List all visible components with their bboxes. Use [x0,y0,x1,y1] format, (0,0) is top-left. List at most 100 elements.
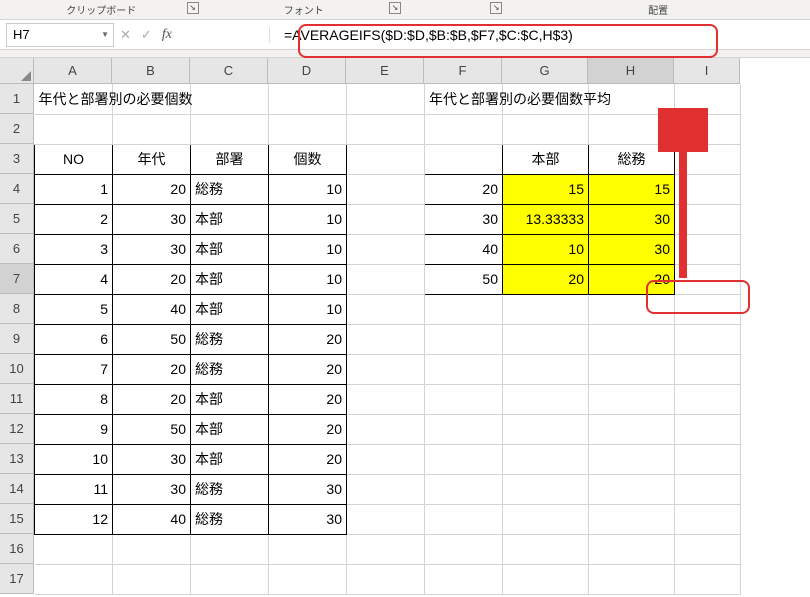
cell[interactable]: 総務 [191,474,269,504]
cell[interactable]: 15 [589,174,675,204]
cell[interactable] [269,534,347,564]
cell[interactable] [503,324,589,354]
cell[interactable] [675,204,741,234]
cell[interactable]: 20 [503,264,589,294]
cell[interactable]: 総務 [191,354,269,384]
cell[interactable] [425,294,503,324]
cell[interactable] [269,84,347,114]
cell[interactable] [675,384,741,414]
cell[interactable] [347,174,425,204]
cell[interactable]: 30 [113,474,191,504]
cell[interactable]: 10 [269,294,347,324]
cell[interactable] [347,84,425,114]
cell[interactable]: 11 [35,474,113,504]
cell[interactable] [503,474,589,504]
cell[interactable]: 20 [269,444,347,474]
cell[interactable] [425,474,503,504]
row-header[interactable]: 3 [0,144,34,174]
cancel-icon[interactable]: ✕ [120,27,131,43]
cell[interactable] [675,324,741,354]
cell[interactable] [425,354,503,384]
cell[interactable] [425,534,503,564]
cell[interactable] [425,444,503,474]
cell[interactable] [347,354,425,384]
cell[interactable] [35,564,113,594]
cell[interactable]: 本部 [191,444,269,474]
cell[interactable] [675,564,741,594]
cell[interactable]: 年代と部署別の必要個数 [35,84,113,114]
cell[interactable]: 8 [35,384,113,414]
cell[interactable]: 10 [269,264,347,294]
cell[interactable]: 20 [113,264,191,294]
cell[interactable]: 6 [35,324,113,354]
row-header[interactable]: 15 [0,504,34,534]
cell[interactable] [347,114,425,144]
cell[interactable]: 本部 [191,234,269,264]
cell[interactable] [675,354,741,384]
cell[interactable] [675,174,741,204]
cell[interactable]: 30 [113,444,191,474]
cell[interactable] [675,144,741,174]
cell[interactable] [589,324,675,354]
cell[interactable]: 30 [269,474,347,504]
cell[interactable]: 1 [35,174,113,204]
column-header[interactable]: D [268,58,346,84]
cell[interactable]: 40 [425,234,503,264]
cell[interactable]: 20 [113,384,191,414]
cell[interactable] [425,324,503,354]
select-all-corner[interactable] [0,58,34,84]
row-header[interactable]: 2 [0,114,34,144]
cell[interactable]: 5 [35,294,113,324]
cell[interactable] [347,264,425,294]
cell[interactable]: 10 [35,444,113,474]
cell[interactable]: 20 [269,384,347,414]
cell[interactable] [191,564,269,594]
cell[interactable] [347,144,425,174]
cell[interactable] [675,114,741,144]
cell[interactable] [425,384,503,414]
row-header[interactable]: 14 [0,474,34,504]
row-header[interactable]: 13 [0,444,34,474]
cell[interactable] [191,534,269,564]
cell[interactable] [675,294,741,324]
cell[interactable] [589,384,675,414]
cell[interactable] [503,414,589,444]
cell[interactable] [425,144,503,174]
column-header[interactable]: I [674,58,740,84]
row-header[interactable]: 9 [0,324,34,354]
cell[interactable] [113,564,191,594]
cell[interactable]: 40 [113,504,191,534]
cell[interactable] [347,504,425,534]
cell[interactable] [35,114,113,144]
cell[interactable]: 30 [589,204,675,234]
row-header[interactable]: 1 [0,84,34,114]
cell[interactable]: 本部 [191,414,269,444]
cell[interactable]: 30 [113,204,191,234]
formula-input[interactable] [276,23,804,47]
cell[interactable] [35,534,113,564]
cell[interactable]: 本部 [503,144,589,174]
cell[interactable]: 部署 [191,144,269,174]
cell[interactable] [191,84,269,114]
cell[interactable] [589,414,675,444]
cell[interactable] [425,414,503,444]
cell[interactable]: 20 [269,414,347,444]
row-header[interactable]: 7 [0,264,34,294]
cell[interactable]: 総務 [191,324,269,354]
cell[interactable] [347,234,425,264]
cell[interactable] [589,354,675,384]
cell[interactable] [113,534,191,564]
cell[interactable] [675,234,741,264]
cell[interactable]: 本部 [191,204,269,234]
confirm-icon[interactable]: ✓ [141,27,152,43]
cell[interactable]: 本部 [191,264,269,294]
cell[interactable] [589,564,675,594]
cell[interactable] [589,294,675,324]
column-header[interactable]: B [112,58,190,84]
column-header[interactable]: G [502,58,588,84]
cell[interactable] [675,534,741,564]
cell[interactable] [347,204,425,234]
cell[interactable] [589,444,675,474]
cell[interactable]: 50 [113,414,191,444]
cell[interactable] [503,564,589,594]
